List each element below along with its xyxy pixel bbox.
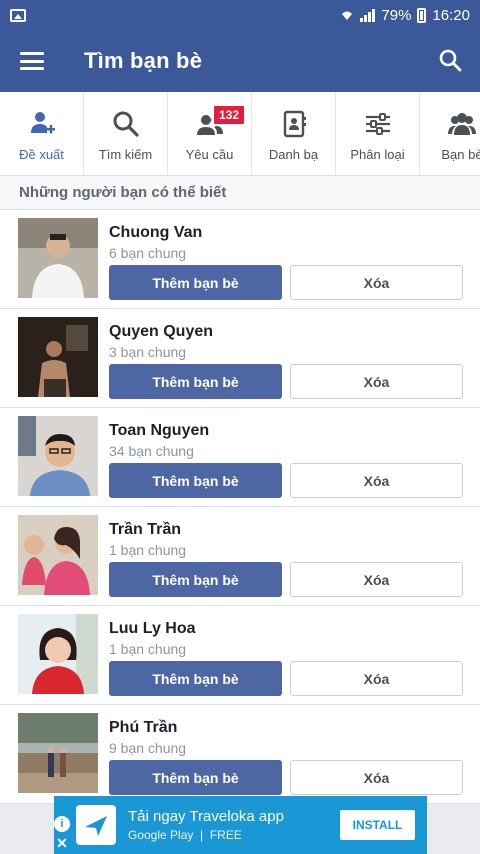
people-list: Chuong Van 6 bạn chung Thêm bạn bè Xóa Q… <box>0 210 480 804</box>
tab-search[interactable]: Tìm kiếm <box>84 92 168 175</box>
delete-button[interactable]: Xóa <box>290 562 463 597</box>
add-friend-button[interactable]: Thêm bạn bè <box>109 364 282 399</box>
mutual-friends: 34 bạn chung <box>109 443 194 459</box>
ad-banner[interactable]: i ✕ Tải ngay Traveloka app Google Play |… <box>54 796 427 854</box>
ad-store: Google Play <box>128 828 194 842</box>
avatar[interactable] <box>18 317 98 397</box>
add-friend-button[interactable]: Thêm bạn bè <box>109 562 282 597</box>
image-notification-icon <box>10 8 26 22</box>
search-icon <box>113 111 139 137</box>
battery-percent: 79% <box>381 6 412 24</box>
person-name[interactable]: Luu Ly Hoa <box>109 620 463 640</box>
requests-badge: 132 <box>212 104 247 126</box>
contacts-book-icon <box>283 110 306 138</box>
clock: 16:20 <box>432 6 470 24</box>
add-friend-button[interactable]: Thêm bạn bè <box>109 265 282 300</box>
friends-icon <box>448 113 476 135</box>
avatar[interactable] <box>18 713 98 793</box>
delete-button[interactable]: Xóa <box>290 760 463 795</box>
app-header: Tìm bạn bè <box>0 30 480 92</box>
tab-label: Đề xuất <box>19 147 64 162</box>
ad-info-icon[interactable]: i <box>54 816 70 832</box>
tab-label: Danh bạ <box>268 147 319 162</box>
tab-categories[interactable]: Phân loại <box>336 92 420 175</box>
tab-bar: Đề xuất Tìm kiếm 132 Yêu cầu Danh bạ Phâ… <box>0 92 480 176</box>
status-bar: 79% 16:20 <box>0 0 480 30</box>
tab-requests[interactable]: 132 Yêu cầu <box>168 92 252 175</box>
avatar[interactable] <box>18 515 98 595</box>
sliders-icon <box>365 113 390 135</box>
add-person-icon <box>30 112 55 134</box>
menu-icon[interactable] <box>20 52 44 70</box>
tab-suggestions[interactable]: Đề xuất <box>0 92 84 175</box>
signal-icon <box>360 8 376 22</box>
page-title: Tìm bạn bè <box>84 48 203 73</box>
tab-label: Bạn bè <box>441 147 480 162</box>
list-item: Chuong Van 6 bạn chung Thêm bạn bè Xóa <box>0 210 480 309</box>
person-name[interactable]: Chuong Van <box>109 224 463 244</box>
ad-title: Tải ngay Traveloka app <box>128 808 284 825</box>
section-title: Những người bạn có thể biết <box>0 176 480 210</box>
search-icon[interactable] <box>438 48 462 72</box>
tab-friends[interactable]: Bạn bè <box>420 92 480 175</box>
delete-button[interactable]: Xóa <box>290 661 463 696</box>
mutual-friends: 1 bạn chung <box>109 542 187 558</box>
mutual-friends: 6 bạn chung <box>109 245 187 261</box>
person-name[interactable]: Toan Nguyen <box>109 422 463 442</box>
tab-label: Tìm kiếm <box>98 147 153 162</box>
list-item: Toan Nguyen 34 bạn chung Thêm bạn bè Xóa <box>0 408 480 507</box>
install-button[interactable]: INSTALL <box>340 810 415 840</box>
add-friend-button[interactable]: Thêm bạn bè <box>109 661 282 696</box>
list-item: Luu Ly Hoa 1 bạn chung Thêm bạn bè Xóa <box>0 606 480 705</box>
battery-icon <box>417 7 427 23</box>
tab-contacts[interactable]: Danh bạ <box>252 92 336 175</box>
person-name[interactable]: Phú Trần <box>109 719 463 739</box>
delete-button[interactable]: Xóa <box>290 265 463 300</box>
list-item: Phú Trần 9 bạn chung Thêm bạn bè Xóa <box>0 705 480 804</box>
avatar[interactable] <box>18 614 98 694</box>
avatar[interactable] <box>18 218 98 298</box>
traveloka-logo <box>76 805 116 845</box>
close-icon[interactable]: ✕ <box>55 836 69 850</box>
person-name[interactable]: Trần Trần <box>109 521 463 541</box>
mutual-friends: 1 bạn chung <box>109 641 187 657</box>
ad-price: FREE <box>209 828 242 842</box>
wifi-icon <box>342 11 353 20</box>
mutual-friends: 3 bạn chung <box>109 344 187 360</box>
add-friend-button[interactable]: Thêm bạn bè <box>109 760 282 795</box>
list-item: Quyen Quyen 3 bạn chung Thêm bạn bè Xóa <box>0 309 480 408</box>
mutual-friends: 9 bạn chung <box>109 740 187 756</box>
avatar[interactable] <box>18 416 98 496</box>
person-name[interactable]: Quyen Quyen <box>109 323 463 343</box>
list-item: Trần Trần 1 bạn chung Thêm bạn bè Xóa <box>0 507 480 606</box>
delete-button[interactable]: Xóa <box>290 364 463 399</box>
delete-button[interactable]: Xóa <box>290 463 463 498</box>
add-friend-button[interactable]: Thêm bạn bè <box>109 463 282 498</box>
tab-label: Phân loại <box>350 147 405 162</box>
tab-label: Yêu cầu <box>185 147 234 162</box>
